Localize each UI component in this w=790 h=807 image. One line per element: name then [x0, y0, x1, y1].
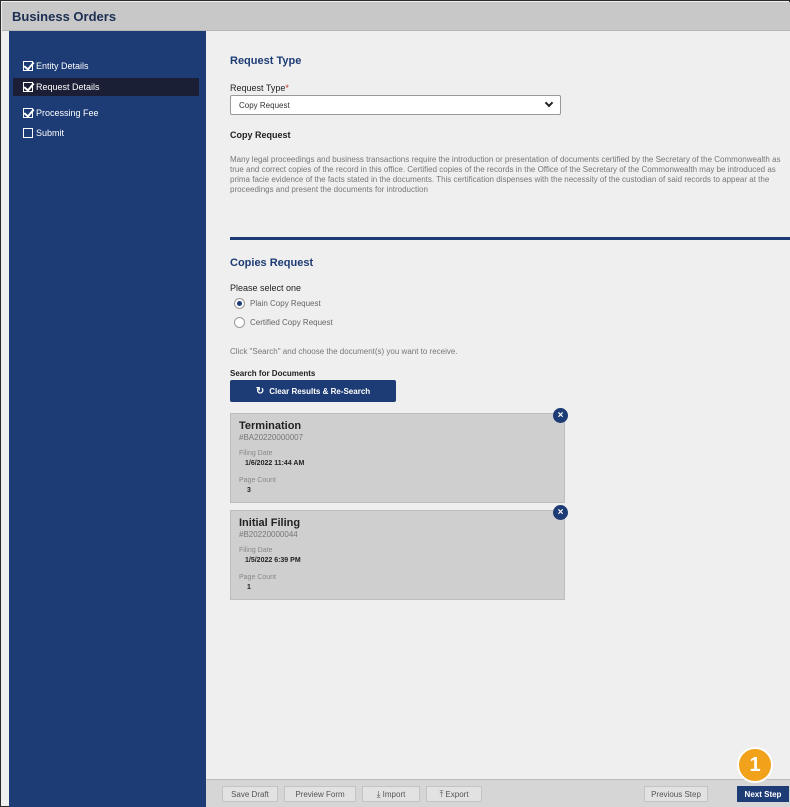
page-count-value: 1: [247, 584, 251, 591]
checkbox-checked-icon: [23, 82, 33, 92]
export-label: Export: [445, 789, 469, 799]
page-count-value: 3: [247, 487, 251, 494]
main-content: Request Type Request Type* Copy Request …: [206, 31, 790, 779]
copy-request-description: Many legal proceedings and business tran…: [230, 155, 781, 194]
remove-document-close-icon[interactable]: ×: [553, 408, 568, 423]
search-documents-label: Search for Documents: [230, 369, 316, 378]
page-count-label: Page Count: [239, 574, 276, 581]
import-label: Import: [382, 789, 406, 799]
document-card: Termination #BA20220000007 Filing Date 1…: [230, 413, 565, 503]
sidebar-item-label: Request Details: [36, 82, 100, 92]
sidebar-item-entity-details[interactable]: Entity Details: [13, 57, 199, 75]
request-type-heading: Request Type: [230, 55, 302, 67]
filing-date-value: 1/5/2022 6:39 PM: [245, 557, 301, 564]
title-bar: Business Orders: [2, 2, 790, 31]
copy-request-subheading: Copy Request: [230, 130, 291, 140]
required-mark: *: [285, 83, 289, 93]
document-number: #B20220000044: [239, 530, 298, 539]
request-type-selected-value: Copy Request: [239, 101, 290, 110]
previous-step-button[interactable]: Previous Step: [644, 786, 708, 802]
filing-date-label: Filing Date: [239, 547, 273, 554]
filing-date-value: 1/6/2022 11:44 AM: [245, 460, 305, 467]
refresh-icon: ↻: [255, 385, 265, 397]
radio-label: Certified Copy Request: [250, 318, 333, 327]
document-title: Initial Filing: [239, 517, 301, 529]
clear-results-label: Clear Results & Re-Search: [269, 386, 371, 396]
preview-form-button[interactable]: Preview Form: [284, 786, 356, 802]
export-icon: ⤒: [439, 788, 444, 799]
search-hint: Click "Search" and choose the document(s…: [230, 347, 458, 356]
sidebar-item-submit[interactable]: Submit: [13, 124, 199, 142]
step-badge: 1: [737, 747, 773, 783]
window-title: Business Orders: [12, 9, 117, 24]
copies-request-heading: Copies Request: [230, 257, 314, 269]
radio-unselected-icon: [234, 317, 245, 328]
please-select-label: Please select one: [230, 283, 302, 293]
request-type-label: Request Type*: [230, 83, 289, 93]
section-divider: [230, 237, 790, 240]
sidebar-item-label: Processing Fee: [36, 108, 99, 118]
save-draft-button[interactable]: Save Draft: [222, 786, 278, 802]
sidebar-item-label: Submit: [36, 128, 65, 138]
request-type-select[interactable]: Copy Request: [230, 95, 561, 115]
export-button[interactable]: ⤒ Export: [426, 786, 482, 802]
document-number: #BA20220000007: [239, 433, 304, 442]
clear-results-button[interactable]: ↻ Clear Results & Re-Search: [230, 380, 396, 402]
document-card: Initial Filing #B20220000044 Filing Date…: [230, 510, 565, 600]
business-orders-window: Business Orders Entity Details Request D…: [0, 0, 790, 807]
sidebar-item-processing-fee[interactable]: Processing Fee: [13, 104, 199, 122]
remove-document-close-icon[interactable]: ×: [553, 505, 568, 520]
sidebar-item-request-details[interactable]: Request Details: [13, 78, 199, 96]
checkbox-unchecked-icon: [23, 128, 33, 138]
radio-label: Plain Copy Request: [250, 299, 321, 308]
next-step-button[interactable]: Next Step: [737, 786, 789, 802]
sidebar-item-label: Entity Details: [36, 61, 89, 71]
checkbox-checked-icon: [23, 108, 33, 118]
import-button[interactable]: ⤓ Import: [362, 786, 420, 802]
page-count-label: Page Count: [239, 477, 276, 484]
document-title: Termination: [239, 420, 302, 432]
import-icon: ⤓: [376, 788, 381, 799]
footer-toolbar: Save Draft Preview Form ⤓ Import ⤒ Export …: [206, 779, 790, 807]
radio-certified-copy[interactable]: Certified Copy Request: [234, 317, 333, 328]
radio-plain-copy[interactable]: Plain Copy Request: [234, 298, 321, 309]
sidebar: Entity Details Request Details Processin…: [9, 31, 206, 807]
radio-selected-icon: [234, 298, 245, 309]
chevron-down-icon: [544, 98, 554, 108]
filing-date-label: Filing Date: [239, 450, 273, 457]
checkbox-checked-icon: [23, 61, 33, 71]
